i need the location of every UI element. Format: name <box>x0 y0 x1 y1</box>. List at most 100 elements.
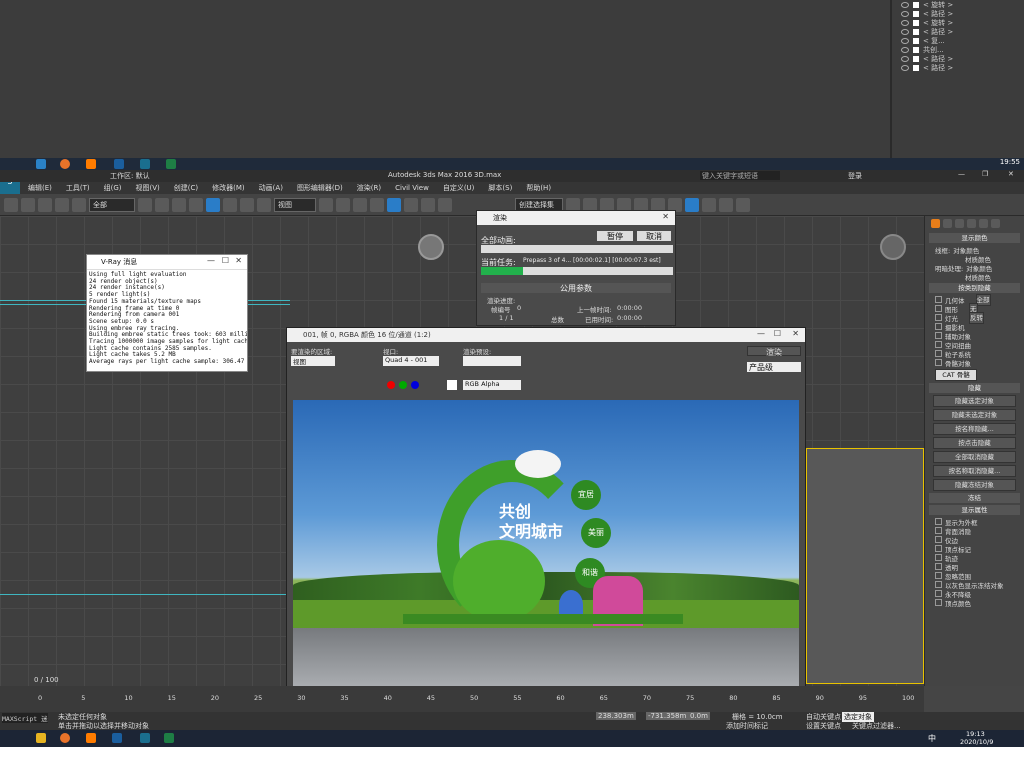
eye-icon[interactable] <box>901 37 909 44</box>
selection-filter[interactable]: 全部 <box>89 197 135 212</box>
section-display-color[interactable]: 显示颜色 <box>929 233 1020 243</box>
3dsmax-icon[interactable] <box>140 159 150 169</box>
hide-button[interactable]: 按名称取消隐藏... <box>933 465 1016 477</box>
hide-button[interactable]: 按名称隐藏... <box>933 423 1016 435</box>
checkbox[interactable] <box>935 563 942 570</box>
render-icon[interactable] <box>719 197 733 212</box>
keyboard-shortcut-icon[interactable] <box>353 197 367 212</box>
eye-icon[interactable] <box>901 10 909 17</box>
scene-row[interactable]: < 旋转 > <box>893 0 1024 9</box>
red-channel-icon[interactable] <box>387 381 395 389</box>
menu-item[interactable]: 编辑(E) <box>28 183 52 193</box>
prop-row[interactable]: 背面消隐 <box>925 526 1024 536</box>
cancel-button[interactable]: 取消 <box>637 231 671 241</box>
rotate-icon[interactable] <box>223 197 237 212</box>
eye-icon[interactable] <box>901 28 909 35</box>
checkbox[interactable] <box>935 590 942 597</box>
unlink-icon[interactable] <box>55 197 69 212</box>
render-setup-icon[interactable] <box>685 197 699 212</box>
hide-button[interactable]: 全部取消隐藏 <box>933 451 1016 463</box>
category-row[interactable]: 辅助对象 <box>925 331 1024 341</box>
checkbox[interactable] <box>935 554 942 561</box>
workspace-select[interactable]: 工作区: 默认 <box>110 171 150 181</box>
prop-row[interactable]: 仅边 <box>925 535 1024 545</box>
firefox-icon[interactable] <box>60 733 70 743</box>
checkbox[interactable] <box>935 314 942 321</box>
select-by-name-icon[interactable] <box>155 197 169 212</box>
percent-snap-icon[interactable] <box>404 197 418 212</box>
menu-item[interactable]: 帮助(H) <box>526 183 551 193</box>
viewport-select[interactable]: Quad 4 - 001 <box>383 356 439 366</box>
invert-button[interactable]: 反转 <box>969 311 984 324</box>
timeline[interactable]: 0 / 100 0 5 10 15 20 25 30 35 40 45 50 55 60 65 70 75 80… <box>0 676 924 712</box>
scene-row[interactable]: < 路径 > <box>893 63 1024 72</box>
excel-icon[interactable] <box>166 159 176 169</box>
y-coord[interactable]: -731.358m <box>646 712 689 720</box>
3dsmax-icon[interactable] <box>140 733 150 743</box>
checkbox[interactable] <box>935 332 942 339</box>
checkbox[interactable] <box>935 323 942 330</box>
product-select[interactable]: 产品级 <box>747 362 801 372</box>
hierarchy-tab-icon[interactable] <box>955 219 964 228</box>
render-iterative-icon[interactable] <box>736 197 750 212</box>
motion-tab-icon[interactable] <box>967 219 976 228</box>
render-frame-icon[interactable] <box>702 197 716 212</box>
green-channel-icon[interactable] <box>399 381 407 389</box>
prop-row[interactable]: 显示为外框 <box>925 517 1024 527</box>
scale-icon[interactable] <box>240 197 254 212</box>
menu-item[interactable]: Civil View <box>395 184 429 192</box>
eye-icon[interactable] <box>901 19 909 26</box>
menu-item[interactable]: 渲染(R) <box>357 183 381 193</box>
eye-icon[interactable] <box>901 64 909 71</box>
menu-item[interactable]: 图形编辑器(D) <box>297 183 343 193</box>
prop-row[interactable]: 以灰色显示冻结对象 <box>925 580 1024 590</box>
alpha-swatch[interactable] <box>447 380 457 390</box>
checkbox[interactable] <box>935 350 942 357</box>
display-tab-icon[interactable] <box>979 219 988 228</box>
folder-icon[interactable] <box>36 733 46 743</box>
checkbox[interactable] <box>935 518 942 525</box>
section-freeze[interactable]: 冻结 <box>929 493 1020 503</box>
z-coord[interactable]: 0.0m <box>688 712 710 720</box>
area-select[interactable]: 视图 <box>291 356 335 366</box>
checkbox[interactable] <box>935 296 942 303</box>
prop-row[interactable]: 轨迹 <box>925 553 1024 563</box>
prop-row[interactable]: 透明 <box>925 562 1024 572</box>
eye-icon[interactable] <box>901 46 909 53</box>
hide-button[interactable]: 隐藏冻结对象 <box>933 479 1016 491</box>
search-input[interactable]: 键入关键字或短语 <box>700 171 780 180</box>
menu-item[interactable]: 修改器(M) <box>212 183 245 193</box>
list-box[interactable]: CAT 骨骼 <box>935 369 977 381</box>
prop-row[interactable]: 顶点标记 <box>925 544 1024 554</box>
restore-icon[interactable]: ❐ <box>982 170 988 178</box>
category-row[interactable]: 粒子系统 <box>925 349 1024 359</box>
x-coord[interactable]: 238.303m <box>596 712 636 720</box>
eye-icon[interactable] <box>901 55 909 62</box>
close-icon[interactable]: ✕ <box>235 256 242 265</box>
prop-row[interactable]: 顶点颜色 <box>925 598 1024 608</box>
scene-row[interactable]: < 路径 > <box>893 9 1024 18</box>
hide-button[interactable]: 按点击隐藏 <box>933 437 1016 449</box>
illustrator-icon[interactable] <box>86 733 96 743</box>
firefox-icon[interactable] <box>60 159 70 169</box>
checkbox[interactable] <box>935 305 942 312</box>
checkbox[interactable] <box>935 527 942 534</box>
viewcube-icon[interactable] <box>418 234 444 260</box>
login-button[interactable]: 登录 <box>848 171 862 181</box>
menu-item[interactable]: 脚本(S) <box>488 183 512 193</box>
scene-row[interactable]: < 旋转 > <box>893 18 1024 27</box>
place-icon[interactable] <box>257 197 271 212</box>
hide-button[interactable]: 隐藏未选定对象 <box>933 409 1016 421</box>
maximize-icon[interactable]: ☐ <box>774 329 781 338</box>
minimize-icon[interactable]: — <box>958 170 965 178</box>
category-row[interactable]: 空间扭曲 <box>925 340 1024 350</box>
section-hide[interactable]: 隐藏 <box>929 383 1020 393</box>
snap-icon[interactable] <box>370 197 384 212</box>
link-icon[interactable] <box>38 197 52 212</box>
all-button[interactable]: 全部 <box>975 293 991 306</box>
scene-row[interactable]: 共创... <box>893 45 1024 54</box>
scene-row[interactable]: < 复... <box>893 36 1024 45</box>
illustrator-icon[interactable] <box>86 159 96 169</box>
menu-item[interactable]: 视图(V) <box>136 183 160 193</box>
manipulate-icon[interactable] <box>336 197 350 212</box>
